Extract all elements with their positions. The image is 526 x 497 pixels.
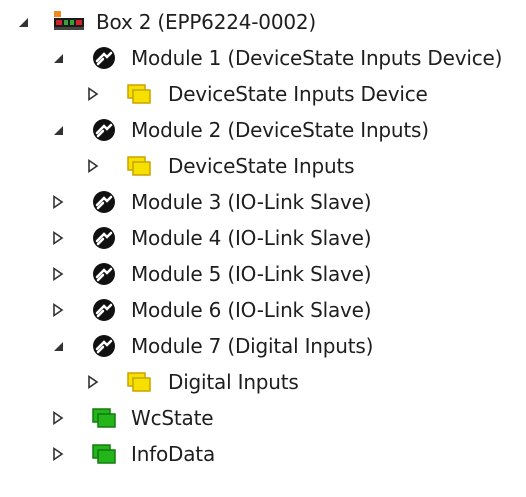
collapsed-arrow-icon[interactable] <box>51 267 65 281</box>
expanded-arrow-icon[interactable] <box>51 51 65 65</box>
tree-item-label: DeviceState Inputs <box>168 154 355 178</box>
tree-item-module-2[interactable]: Module 2 (DeviceState Inputs) <box>0 112 526 148</box>
tree-item-label: Digital Inputs <box>168 370 299 394</box>
solution-tree: Box 2 (EPP6224-0002) Module 1 (DeviceSta… <box>0 0 526 497</box>
collapsed-arrow-icon[interactable] <box>86 87 100 101</box>
module-icon <box>91 297 117 323</box>
tree-item-module-1[interactable]: Module 1 (DeviceState Inputs Device) <box>0 40 526 76</box>
module-icon <box>91 45 117 71</box>
tree-item-label: Module 7 (Digital Inputs) <box>131 334 374 358</box>
input-folder-icon <box>126 153 152 179</box>
tree-item-module-7[interactable]: Module 7 (Digital Inputs) <box>0 328 526 364</box>
tree-item-module-5[interactable]: Module 5 (IO-Link Slave) <box>0 256 526 292</box>
status-folder-icon <box>91 405 117 431</box>
tree-item-wcstate[interactable]: WcState <box>0 400 526 436</box>
expanded-arrow-icon[interactable] <box>51 339 65 353</box>
expanded-arrow-icon[interactable] <box>51 123 65 137</box>
tree-item-label: WcState <box>131 406 214 430</box>
collapsed-arrow-icon[interactable] <box>51 447 65 461</box>
collapsed-arrow-icon[interactable] <box>51 231 65 245</box>
tree-item-label: Module 1 (DeviceState Inputs Device) <box>131 46 503 70</box>
tree-item-label: Module 4 (IO-Link Slave) <box>131 226 372 250</box>
tree-item-module-6[interactable]: Module 6 (IO-Link Slave) <box>0 292 526 328</box>
tree-item-infodata[interactable]: InfoData <box>0 436 526 472</box>
tree-item-module-4[interactable]: Module 4 (IO-Link Slave) <box>0 220 526 256</box>
collapsed-arrow-icon[interactable] <box>86 375 100 389</box>
collapsed-arrow-icon[interactable] <box>51 303 65 317</box>
module-icon <box>91 261 117 287</box>
tree-item-label: DeviceState Inputs Device <box>168 82 428 106</box>
tree-item-digital-inputs[interactable]: Digital Inputs <box>0 364 526 400</box>
expanded-arrow-icon[interactable] <box>16 15 30 29</box>
tree-item-box-2[interactable]: Box 2 (EPP6224-0002) <box>0 4 526 40</box>
module-icon <box>91 117 117 143</box>
tree-item-devicestate-inputs-device[interactable]: DeviceState Inputs Device <box>0 76 526 112</box>
tree-item-module-3[interactable]: Module 3 (IO-Link Slave) <box>0 184 526 220</box>
tree-item-label: Box 2 (EPP6224-0002) <box>96 10 316 34</box>
module-icon <box>91 189 117 215</box>
input-folder-icon <box>126 81 152 107</box>
input-folder-icon <box>126 369 152 395</box>
tree-item-label: Module 3 (IO-Link Slave) <box>131 190 372 214</box>
tree-item-label: Module 2 (DeviceState Inputs) <box>131 118 429 142</box>
tree-item-label: Module 6 (IO-Link Slave) <box>131 298 372 322</box>
module-icon <box>91 225 117 251</box>
module-icon <box>91 333 117 359</box>
collapsed-arrow-icon[interactable] <box>51 411 65 425</box>
collapsed-arrow-icon[interactable] <box>51 195 65 209</box>
tree-item-devicestate-inputs[interactable]: DeviceState Inputs <box>0 148 526 184</box>
tree-item-label: Module 5 (IO-Link Slave) <box>131 262 372 286</box>
status-folder-icon <box>91 441 117 467</box>
box-icon <box>52 9 86 35</box>
collapsed-arrow-icon[interactable] <box>86 159 100 173</box>
tree-item-label: InfoData <box>131 442 216 466</box>
